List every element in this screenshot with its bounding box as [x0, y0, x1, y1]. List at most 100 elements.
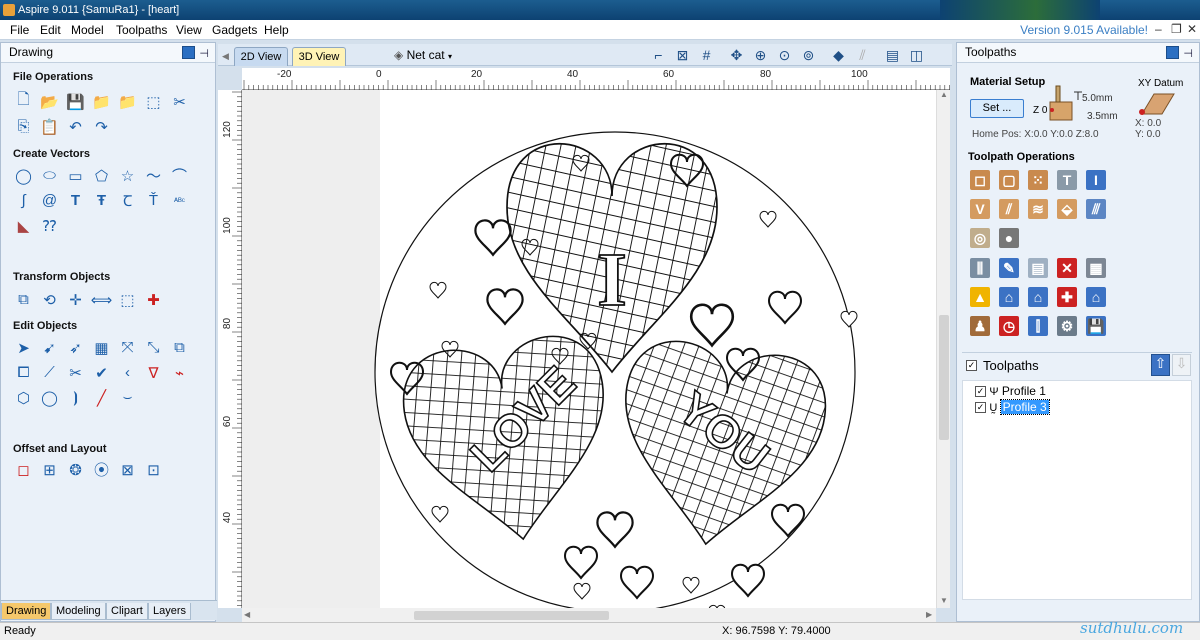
roughing-toolpath-icon[interactable]: ◎: [970, 228, 990, 248]
snap-icon[interactable]: ⤧: [119, 339, 136, 356]
select-all-icon[interactable]: ⬚: [145, 93, 162, 111]
cut-icon[interactable]: ✂: [171, 93, 188, 111]
rectangle-icon[interactable]: ▭: [67, 167, 84, 185]
list-item[interactable]: ✓ Ṵ Profile 3: [975, 399, 1050, 415]
polyline-icon[interactable]: 〜: [145, 167, 162, 185]
version-notice-link[interactable]: Version 9.015 Available!: [1020, 23, 1148, 37]
wrap-icon[interactable]: ⌂: [1028, 287, 1048, 307]
menu-model[interactable]: Model: [71, 23, 104, 37]
scroll-right-icon[interactable]: ▶: [926, 610, 932, 619]
split-view-icon[interactable]: ◫: [908, 47, 925, 64]
engrave-toolpath-icon[interactable]: T: [1057, 170, 1077, 190]
tab-3d-view[interactable]: 3D View: [292, 47, 346, 66]
curve-icon[interactable]: ∫: [15, 192, 32, 209]
guide-icon[interactable]: ⫽: [854, 47, 871, 64]
join-icon[interactable]: ‹: [119, 364, 136, 381]
block-icon[interactable]: ✚: [145, 291, 162, 309]
zoom-all-icon[interactable]: ⊠: [674, 47, 691, 64]
text-icon[interactable]: T: [67, 192, 84, 209]
scroll-left-icon[interactable]: ◀: [244, 610, 250, 619]
copy-icon[interactable]: ⎘: [15, 118, 32, 135]
subtract-icon[interactable]: ⧠: [15, 364, 32, 381]
scroll-down-icon[interactable]: ▼: [940, 596, 948, 605]
snap-toggle-icon[interactable]: ◆: [830, 47, 847, 64]
drilling-toolpath-icon[interactable]: ⁙: [1028, 170, 1048, 190]
text-arc-icon[interactable]: ᴬᴮᶜ: [171, 192, 188, 209]
fillet-icon[interactable]: ✔: [93, 364, 110, 382]
node-edit-icon[interactable]: ➹: [41, 339, 58, 357]
vertical-scroll-thumb[interactable]: [939, 315, 949, 440]
tool-database-icon[interactable]: ♟: [970, 316, 990, 336]
layer-select[interactable]: ◈ Net cat ▾: [394, 48, 452, 62]
tab-2d-view[interactable]: 2D View: [234, 47, 288, 66]
extend-icon[interactable]: ∇: [145, 364, 162, 382]
tab-drawing[interactable]: Drawing: [1, 603, 52, 620]
import-icon[interactable]: 📁: [92, 93, 111, 111]
delete-toolpath-icon[interactable]: ✕: [1057, 258, 1077, 278]
labelling-icon[interactable]: ⊡: [145, 461, 162, 479]
tab-clipart[interactable]: Clipart: [106, 603, 148, 620]
close-vector-icon[interactable]: ⬡: [15, 389, 32, 407]
calculator-icon[interactable]: ▦: [1086, 258, 1106, 278]
text-box-icon[interactable]: Ŧ: [93, 192, 110, 209]
circle-icon[interactable]: ◯: [15, 167, 32, 185]
polygon-icon[interactable]: ⬠: [93, 167, 110, 185]
pin-icon[interactable]: ⊣: [1183, 45, 1193, 64]
dock-icon[interactable]: [182, 46, 195, 59]
preview-all-icon[interactable]: ▲: [970, 287, 990, 307]
menu-help[interactable]: Help: [264, 23, 289, 37]
smart-select-icon[interactable]: ▦: [93, 339, 110, 357]
canvas-vertical-scrollbar[interactable]: ▲ ▼: [936, 90, 950, 608]
tabs-left-icon[interactable]: ◀: [222, 51, 229, 62]
zoom-box-icon[interactable]: ⊕: [752, 47, 769, 64]
edit-toolpath-icon[interactable]: ✎: [999, 258, 1019, 278]
save-toolpath-icon[interactable]: 💾: [1086, 316, 1106, 336]
menu-toolpaths[interactable]: Toolpaths: [116, 23, 167, 37]
xy-datum-icon[interactable]: [1134, 90, 1176, 118]
canvas-horizontal-scrollbar[interactable]: ◀ ▶: [242, 608, 936, 622]
restore-icon[interactable]: ❐: [1171, 22, 1182, 36]
paste-icon[interactable]: 📋: [40, 118, 59, 136]
grid-icon[interactable]: #: [698, 47, 715, 64]
array-copy-icon[interactable]: ⊞: [41, 461, 58, 479]
zoom-selection-icon[interactable]: ⊚: [800, 47, 817, 64]
close-icon[interactable]: ✕: [1187, 22, 1197, 36]
toolpath-list-icon[interactable]: ⫿: [1028, 316, 1048, 336]
tab-layers[interactable]: Layers: [148, 603, 192, 620]
distort-icon[interactable]: ⬚: [119, 291, 136, 309]
dimension-icon[interactable]: ⁇: [41, 217, 58, 235]
offset-icon[interactable]: ◯: [41, 389, 58, 407]
prism-toolpath-icon[interactable]: ⬙: [1057, 199, 1077, 219]
toolpath-checkbox[interactable]: ✓: [975, 386, 986, 398]
ellipse-icon[interactable]: ⬭: [41, 167, 58, 184]
redo-icon[interactable]: ↷: [93, 118, 110, 136]
measure-icon[interactable]: ⤡: [145, 339, 162, 356]
layout-icon[interactable]: ▤: [884, 47, 901, 64]
transform-select-icon[interactable]: ➶: [67, 339, 84, 357]
moulding-toolpath-icon[interactable]: ⫻: [1086, 199, 1106, 219]
break-icon[interactable]: ╱: [93, 389, 110, 407]
move-up-icon[interactable]: ⇧: [1151, 354, 1170, 376]
star-icon[interactable]: ☆: [119, 167, 136, 185]
menu-file[interactable]: File: [10, 23, 29, 37]
toolpaths-all-checkbox[interactable]: ✓: [966, 360, 977, 371]
scissors-icon[interactable]: ✂: [67, 364, 84, 382]
smooth-icon[interactable]: ⌣: [119, 389, 136, 406]
move-down-icon[interactable]: ⇩: [1172, 354, 1191, 376]
toolpath-checkbox[interactable]: ✓: [975, 402, 986, 414]
drawing-canvas[interactable]: I LOVE YOU: [242, 90, 936, 608]
profile-toolpath-icon[interactable]: ◻: [970, 170, 990, 190]
set-material-button[interactable]: Set ...: [970, 99, 1024, 118]
nesting-icon[interactable]: ⊠: [119, 461, 136, 479]
menu-edit[interactable]: Edit: [40, 23, 61, 37]
rotate-icon[interactable]: ⟲: [41, 291, 58, 309]
align-icon[interactable]: ✛: [67, 291, 84, 309]
minimize-icon[interactable]: –: [1155, 22, 1162, 36]
nest-toolpath-icon[interactable]: ⌂: [1086, 287, 1106, 307]
circular-copy-icon[interactable]: ❂: [67, 461, 84, 479]
texture-toolpath-icon[interactable]: ≋: [1028, 199, 1048, 219]
trim-icon[interactable]: ⟋: [41, 364, 58, 381]
tiling-icon[interactable]: ✚: [1057, 287, 1077, 307]
weld-icon[interactable]: ⧉: [171, 339, 188, 356]
spiral-icon[interactable]: @: [41, 192, 58, 209]
